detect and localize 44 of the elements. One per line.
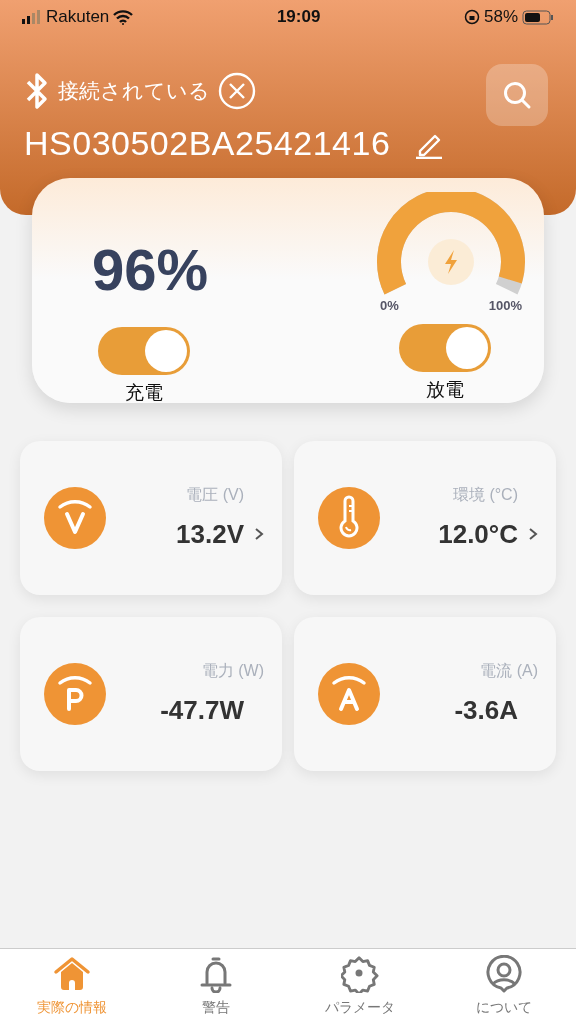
switch-label: 放電	[426, 377, 464, 402]
battery-percent: 58%	[483, 6, 518, 29]
metric-value: 13.2V	[176, 517, 244, 551]
bluetooth-icon	[24, 72, 50, 110]
metric-value: -3.6A	[454, 693, 518, 727]
status-time: 19:09	[276, 6, 321, 29]
device-name: HS030502BA25421416	[24, 123, 391, 164]
search-button[interactable]	[486, 64, 548, 126]
battery-icon	[522, 9, 554, 25]
thermometer-icon	[318, 487, 380, 549]
current-icon	[318, 663, 380, 725]
switch-label: 充電	[125, 381, 163, 405]
metric-tile[interactable]: 電圧 (V) 13.2V	[20, 441, 282, 595]
carrier-name: Rakuten	[46, 6, 110, 29]
connection-status: 接続されている	[58, 78, 210, 105]
gauge-min-label: 0%	[380, 297, 399, 315]
rotation-lock-icon	[463, 9, 480, 25]
toggle-switch[interactable]	[399, 323, 491, 372]
metric-tile[interactable]: 電流 (A) -3.6A	[294, 617, 556, 771]
metric-label: 電圧 (V)	[186, 484, 244, 505]
metric-label: 電力 (W)	[201, 660, 264, 681]
metric-tile[interactable]: 電力 (W) -47.7W	[20, 617, 282, 771]
signal-icon	[22, 10, 42, 24]
chevron-icon	[528, 526, 538, 542]
user-icon	[485, 955, 523, 993]
metric-label: 電流 (A)	[480, 660, 538, 681]
toggle-switch[interactable]	[98, 327, 190, 375]
tab-item[interactable]: 警告	[144, 949, 288, 1024]
voltage-icon	[44, 487, 106, 549]
settings-icon	[341, 955, 379, 993]
metric-value: -47.7W	[160, 693, 244, 727]
chevron-icon	[254, 526, 264, 542]
tab-item[interactable]: パラメータ	[288, 949, 432, 1024]
power-icon	[44, 663, 106, 725]
gauge-max-label: 100%	[488, 297, 522, 315]
search-icon	[502, 80, 532, 110]
metric-value: 12.0°C	[438, 517, 518, 551]
wifi-icon	[113, 9, 134, 25]
battery-percentage: 96%	[92, 236, 209, 304]
metric-tile[interactable]: 環境 (°C) 12.0°C	[294, 441, 556, 595]
metric-label: 環境 (°C)	[452, 484, 518, 505]
tab-item[interactable]: について	[432, 949, 576, 1024]
home-icon	[53, 955, 91, 993]
close-icon[interactable]	[218, 72, 256, 110]
